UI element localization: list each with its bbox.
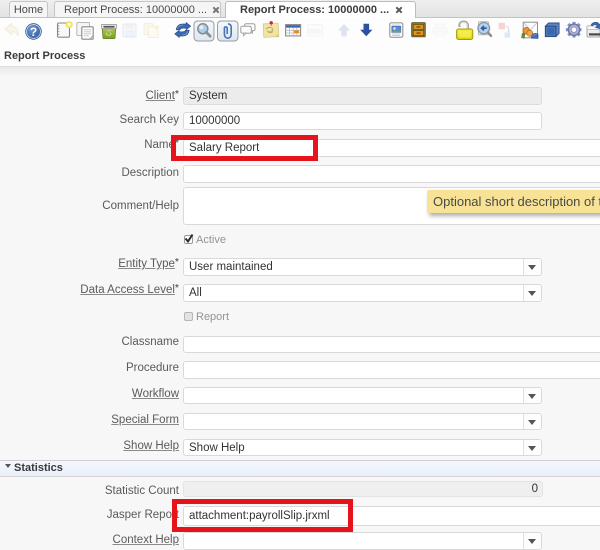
svg-text:?: ? <box>30 25 37 39</box>
